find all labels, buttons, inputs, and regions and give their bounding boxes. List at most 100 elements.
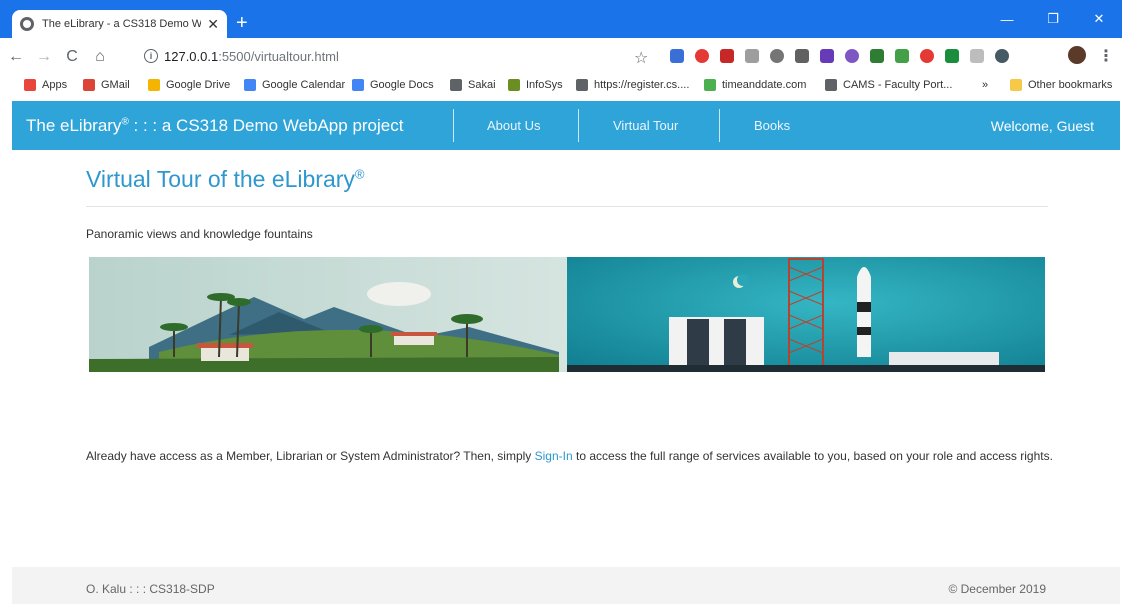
sign-in-link[interactable]: Sign-In xyxy=(535,449,573,463)
extensions-area xyxy=(670,49,1020,63)
nav-books[interactable]: Books xyxy=(754,118,790,133)
bookmark-favicon-icon xyxy=(244,79,256,91)
profile-avatar[interactable] xyxy=(1068,46,1086,64)
info-icon[interactable]: i xyxy=(144,49,158,63)
forward-icon[interactable]: → xyxy=(32,48,56,66)
bookmark-favicon-icon xyxy=(1010,79,1022,91)
footer-copyright: © December 2019 xyxy=(948,582,1046,596)
bookmark-item[interactable]: Sakai xyxy=(450,79,496,91)
launch-ground xyxy=(567,365,1045,372)
bookmark-favicon-icon xyxy=(83,79,95,91)
close-tab-icon[interactable]: ✕ xyxy=(207,16,219,33)
bookmark-label: CAMS - Faculty Port... xyxy=(843,79,953,91)
bookmark-label: Apps xyxy=(42,79,68,91)
footer-credit: O. Kalu : : : CS318-SDP xyxy=(86,582,215,596)
extension-icon[interactable] xyxy=(770,49,784,63)
browser-tab[interactable]: The eLibrary - a CS318 Demo We ✕ xyxy=(12,10,227,38)
bookmark-favicon-icon xyxy=(24,79,36,91)
page-footer: O. Kalu : : : CS318-SDP © December 2019 xyxy=(12,567,1120,604)
new-tab-button[interactable]: + xyxy=(236,13,248,33)
extension-icon[interactable] xyxy=(695,49,709,63)
bookmark-label: GMail xyxy=(101,79,130,91)
nav-divider xyxy=(578,109,579,142)
extension-icon[interactable] xyxy=(745,49,759,63)
building-window xyxy=(687,319,709,365)
browser-tab-strip: The eLibrary - a CS318 Demo We ✕ + — ❐ ✕ xyxy=(0,0,1122,38)
back-icon[interactable]: ← xyxy=(4,48,28,66)
bookmark-favicon-icon xyxy=(576,79,588,91)
bookmark-label: Other bookmarks xyxy=(1028,79,1113,91)
house xyxy=(394,335,434,345)
extension-icon[interactable] xyxy=(945,49,959,63)
extension-icon[interactable] xyxy=(720,49,734,63)
bookmark-favicon-icon xyxy=(825,79,837,91)
bookmarks-bar: Apps GMail Google Drive Google Calendar Goog… xyxy=(0,76,1122,98)
bookmark-label: Google Drive xyxy=(166,79,231,91)
close-window-icon[interactable]: ✕ xyxy=(1076,0,1122,38)
nav-about-us[interactable]: About Us xyxy=(487,118,540,133)
bookmark-item[interactable]: Google Docs xyxy=(352,79,434,91)
nav-divider xyxy=(453,109,454,142)
extension-icon[interactable] xyxy=(970,49,984,63)
page-title: Virtual Tour of the eLibrary® xyxy=(86,166,365,192)
hangar xyxy=(889,352,999,367)
bookmark-favicon-icon xyxy=(352,79,364,91)
bookmark-item[interactable]: GMail xyxy=(83,79,130,91)
window-controls: — ❐ ✕ xyxy=(984,0,1122,38)
access-message: Already have access as a Member, Librari… xyxy=(86,449,1053,463)
bookmark-label: » xyxy=(982,79,989,91)
bookmark-item[interactable]: Apps xyxy=(24,79,67,91)
reload-icon[interactable]: C xyxy=(60,48,84,66)
app-navbar: The eLibrary® : : : a CS318 Demo WebApp … xyxy=(12,101,1120,150)
bookmark-item[interactable]: Google Drive xyxy=(148,79,230,91)
welcome-guest[interactable]: Welcome, Guest xyxy=(991,118,1094,134)
bookmark-item[interactable]: https://register.cs.... xyxy=(576,79,689,91)
bookmark-item[interactable]: InfoSys xyxy=(508,79,563,91)
extension-icon[interactable] xyxy=(795,49,809,63)
bookmark-item[interactable]: » xyxy=(982,79,988,91)
tab-title: The eLibrary - a CS318 Demo We xyxy=(42,18,202,30)
house-roof xyxy=(197,343,253,348)
restore-icon[interactable]: ❐ xyxy=(1030,0,1076,38)
panorama-banner-image xyxy=(89,257,1045,372)
minimize-icon[interactable]: — xyxy=(984,0,1030,38)
bookmark-favicon-icon xyxy=(148,79,160,91)
title-divider xyxy=(86,206,1048,207)
globe-icon xyxy=(20,17,34,31)
nav-virtual-tour[interactable]: Virtual Tour xyxy=(613,118,678,133)
extension-icon[interactable] xyxy=(920,49,934,63)
extension-icon[interactable] xyxy=(895,49,909,63)
ground xyxy=(89,357,559,372)
rocket-band xyxy=(857,302,871,312)
bookmark-label: InfoSys xyxy=(526,79,563,91)
extension-icon[interactable] xyxy=(845,49,859,63)
nav-divider xyxy=(719,109,720,142)
bookmark-star-icon[interactable]: ☆ xyxy=(634,48,648,68)
panorama-illustration xyxy=(89,257,1045,372)
url-text: 127.0.0.1:5500/virtualtour.html xyxy=(164,49,339,64)
bookmark-item[interactable]: Google Calendar xyxy=(244,79,345,91)
building-window xyxy=(724,319,746,365)
extension-icon[interactable] xyxy=(870,49,884,63)
extension-icon[interactable] xyxy=(995,49,1009,63)
moon-shade xyxy=(737,274,749,286)
bookmark-favicon-icon xyxy=(508,79,520,91)
bookmark-item[interactable]: CAMS - Faculty Port... xyxy=(825,79,952,91)
bookmark-item[interactable]: Other bookmarks xyxy=(1010,79,1112,91)
bookmark-label: https://register.cs.... xyxy=(594,79,690,91)
bookmark-label: Google Docs xyxy=(370,79,434,91)
extension-icon[interactable] xyxy=(670,49,684,63)
building xyxy=(669,317,764,367)
rocket-band xyxy=(857,327,871,335)
address-bar[interactable]: i 127.0.0.1:5500/virtualtour.html xyxy=(104,45,652,69)
house-roof xyxy=(391,332,437,336)
menu-icon[interactable]: ⋮ xyxy=(1098,46,1114,66)
bookmark-item[interactable]: timeanddate.com xyxy=(704,79,806,91)
bookmark-label: Sakai xyxy=(468,79,496,91)
brand-link[interactable]: The eLibrary® : : : a CS318 Demo WebApp … xyxy=(26,116,403,136)
extension-icon[interactable] xyxy=(820,49,834,63)
bookmark-label: timeanddate.com xyxy=(722,79,807,91)
bookmark-favicon-icon xyxy=(450,79,462,91)
bookmark-label: Google Calendar xyxy=(262,79,346,91)
page-subtitle: Panoramic views and knowledge fountains xyxy=(86,227,313,241)
